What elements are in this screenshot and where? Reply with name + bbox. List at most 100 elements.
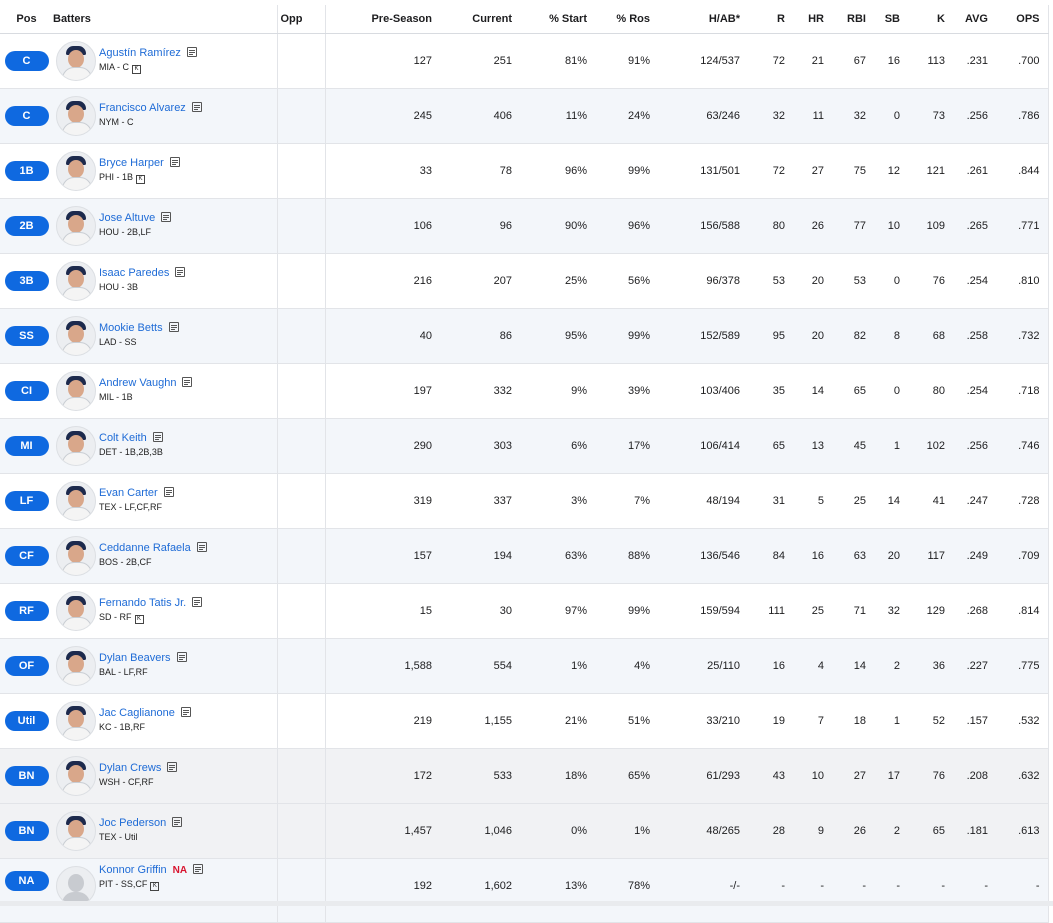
player-note-icon[interactable] xyxy=(193,864,204,874)
player-headshot[interactable] xyxy=(56,316,96,356)
player-name-link[interactable]: Dylan Crews xyxy=(99,762,161,774)
col-k[interactable]: K xyxy=(908,5,953,34)
player-headshot[interactable] xyxy=(56,481,96,521)
player-name-link[interactable]: Isaac Paredes xyxy=(99,267,169,279)
position-button[interactable]: 2B xyxy=(4,216,49,236)
player-note-icon[interactable] xyxy=(168,322,179,332)
position-button[interactable]: SS xyxy=(4,326,49,346)
player-note-icon[interactable] xyxy=(163,487,174,497)
player-note-icon[interactable] xyxy=(167,762,178,772)
player-info: Andrew Vaughn MIL - 1B xyxy=(99,377,193,402)
player-note-icon[interactable] xyxy=(175,267,186,277)
player-headshot[interactable] xyxy=(56,261,96,301)
player-note-icon[interactable] xyxy=(186,47,197,57)
ops-cell: .732 xyxy=(996,308,1049,364)
avg-cell: .231 xyxy=(953,33,996,89)
col-hab[interactable]: H/AB* xyxy=(658,5,748,34)
position-button[interactable]: LF xyxy=(4,491,49,511)
player-headshot[interactable] xyxy=(56,811,96,851)
player-info: Ceddanne Rafaela BOS - 2B,CF xyxy=(99,542,207,567)
hr-cell: 11 xyxy=(793,88,832,144)
col-opp[interactable]: Opp xyxy=(276,5,326,34)
player-note-icon[interactable] xyxy=(196,542,207,552)
player-name-link[interactable]: Jac Caglianone xyxy=(99,707,175,719)
player-name-link[interactable]: Agustín Ramírez xyxy=(99,47,181,59)
player-note-icon[interactable] xyxy=(176,652,187,662)
position-button[interactable]: CI xyxy=(4,381,49,401)
bottom-scrollbar[interactable] xyxy=(0,901,1053,906)
position-button[interactable]: RF xyxy=(4,601,49,621)
player-headshot[interactable] xyxy=(56,41,96,81)
player-note-icon[interactable] xyxy=(192,597,203,607)
player-name-link[interactable]: Andrew Vaughn xyxy=(99,377,176,389)
player-note-icon[interactable] xyxy=(152,432,163,442)
player-headshot[interactable] xyxy=(56,371,96,411)
col-batters[interactable]: Batters xyxy=(53,5,277,34)
col-pos[interactable]: Pos xyxy=(0,5,53,34)
ros-cell: 1% xyxy=(595,803,658,859)
col-ros[interactable]: % Ros xyxy=(595,5,658,34)
player-note-icon[interactable] xyxy=(172,817,183,827)
ros-cell: 99% xyxy=(595,308,658,364)
player-headshot[interactable] xyxy=(56,756,96,796)
position-button[interactable]: C xyxy=(4,106,49,126)
position-button[interactable]: 1B xyxy=(4,161,49,181)
position-button[interactable]: 3B xyxy=(4,271,49,291)
current-cell: 1,155 xyxy=(440,693,520,749)
player-note-icon[interactable] xyxy=(180,707,191,717)
position-button[interactable]: CF xyxy=(4,546,49,566)
player-note-icon[interactable] xyxy=(191,102,202,112)
player-note-icon[interactable] xyxy=(182,377,193,387)
player-note-icon[interactable] xyxy=(169,157,180,167)
player-headshot[interactable] xyxy=(56,591,96,631)
position-button[interactable]: C xyxy=(4,51,49,71)
hr-cell: 25 xyxy=(793,583,832,639)
table-row: BN Dylan Crews WSH - CF,RF 172 533 18% 6… xyxy=(0,748,1049,804)
player-note-icon[interactable] xyxy=(161,212,172,222)
col-sb[interactable]: SB xyxy=(874,5,908,34)
player-headshot[interactable] xyxy=(56,96,96,136)
player-headshot[interactable] xyxy=(56,151,96,191)
current-cell: 1,046 xyxy=(440,803,520,859)
player-name-link[interactable]: Jose Altuve xyxy=(99,212,155,224)
position-button[interactable]: OF xyxy=(4,656,49,676)
player-name-link[interactable]: Evan Carter xyxy=(99,487,158,499)
preseason-cell: 319 xyxy=(325,473,440,529)
position-button[interactable]: NA xyxy=(4,871,49,891)
position-button[interactable]: BN xyxy=(4,766,49,786)
r-cell: 43 xyxy=(748,748,793,804)
player-name-link[interactable]: Dylan Beavers xyxy=(99,652,171,664)
position-button[interactable]: MI xyxy=(4,436,49,456)
col-rbi[interactable]: RBI xyxy=(832,5,874,34)
pos-cell: C xyxy=(0,33,53,89)
col-r[interactable]: R xyxy=(748,5,793,34)
opp-cell xyxy=(276,583,326,639)
player-headshot[interactable] xyxy=(56,206,96,246)
player-headshot[interactable] xyxy=(56,866,96,906)
player-name-link[interactable]: Bryce Harper xyxy=(99,157,164,169)
player-name-link[interactable]: Fernando Tatis Jr. xyxy=(99,597,186,609)
player-headshot[interactable] xyxy=(56,426,96,466)
hr-cell: 5 xyxy=(793,473,832,529)
col-ops[interactable]: OPS xyxy=(996,5,1049,34)
current-cell: 207 xyxy=(440,253,520,309)
player-name-link[interactable]: Francisco Alvarez xyxy=(99,102,186,114)
player-headshot[interactable] xyxy=(56,646,96,686)
col-start[interactable]: % Start xyxy=(520,5,595,34)
player-name-link[interactable]: Joc Pederson xyxy=(99,817,166,829)
player-name-link[interactable]: Mookie Betts xyxy=(99,322,163,334)
avg-cell: .256 xyxy=(953,88,996,144)
position-button[interactable]: BN xyxy=(4,821,49,841)
player-headshot[interactable] xyxy=(56,701,96,741)
player-headshot[interactable] xyxy=(56,536,96,576)
col-current[interactable]: Current xyxy=(440,5,520,34)
col-preseason[interactable]: Pre-Season xyxy=(325,5,440,34)
col-hr[interactable]: HR xyxy=(793,5,832,34)
player-name-link[interactable]: Konnor Griffin xyxy=(99,864,167,876)
player-name-link[interactable]: Ceddanne Rafaela xyxy=(99,542,191,554)
hab-cell: 33/210 xyxy=(658,693,748,749)
player-name-link[interactable]: Colt Keith xyxy=(99,432,147,444)
player-cell: Agustín Ramírez MIA - CK xyxy=(53,33,277,89)
col-avg[interactable]: AVG xyxy=(953,5,996,34)
position-button[interactable]: Util xyxy=(4,711,49,731)
